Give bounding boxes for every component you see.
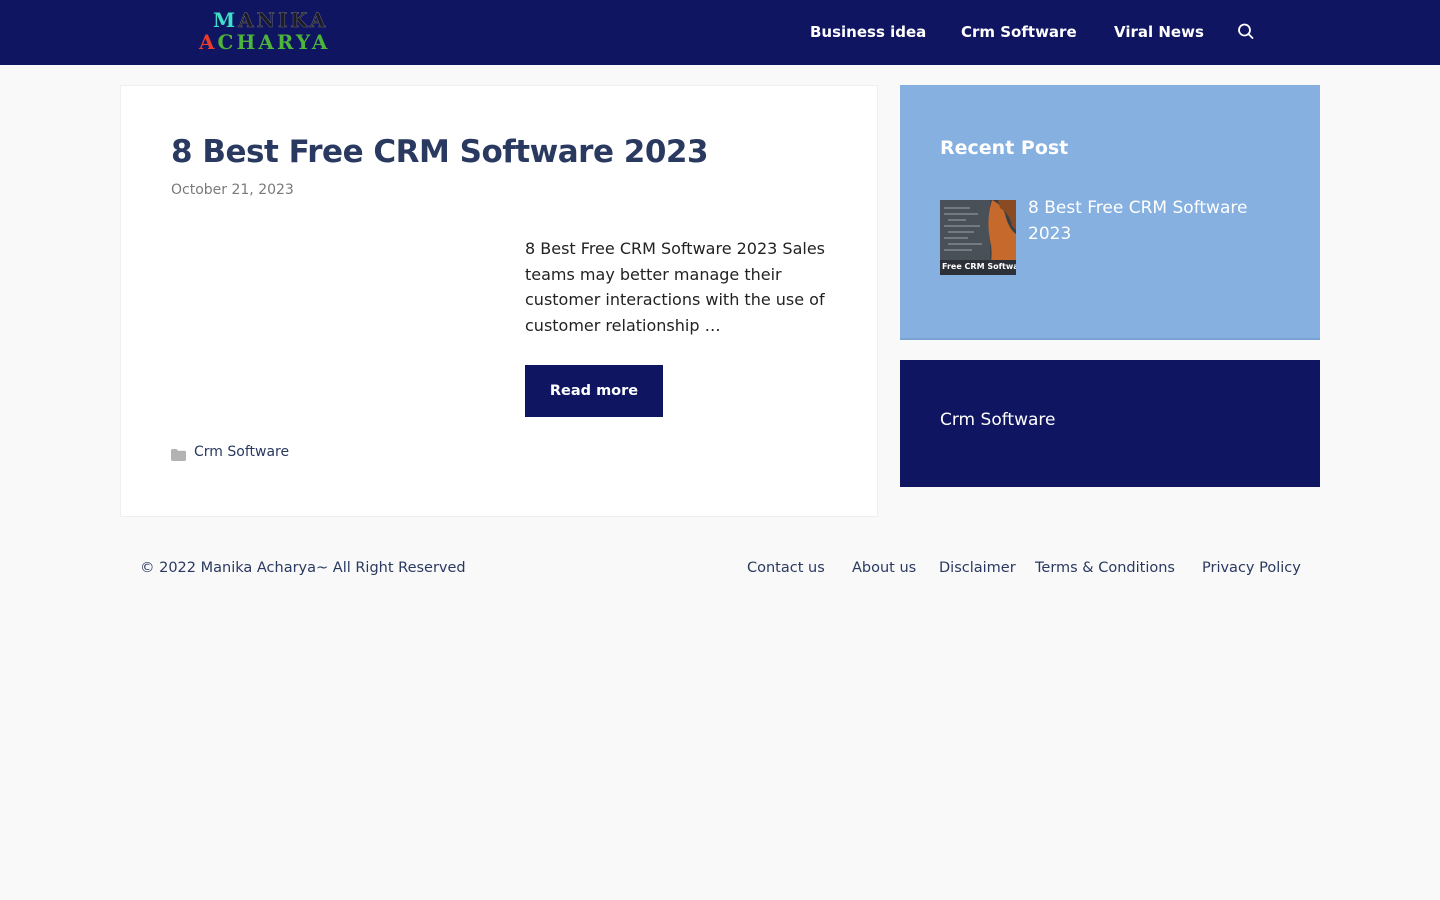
footer-link-about-us[interactable]: About us: [852, 560, 916, 576]
category-link[interactable]: Crm Software: [194, 444, 289, 460]
recent-post-thumbnail[interactable]: Free CRM Software: [940, 200, 1016, 275]
footer-copyright: © 2022 Manika Acharya~ All Right Reserve…: [140, 560, 466, 576]
nav-item-crm-software[interactable]: Crm Software: [961, 21, 1077, 43]
site-logo[interactable]: MANIKA ACHARYA: [199, 9, 371, 55]
post-categories: Crm Software: [171, 444, 289, 461]
logo-line-1: MANIKA: [213, 8, 329, 32]
nav-item-viral-news[interactable]: Viral News: [1114, 21, 1204, 43]
category-widget-link[interactable]: Crm Software: [940, 410, 1055, 430]
read-more-button[interactable]: Read more: [525, 365, 663, 417]
footer-link-disclaimer[interactable]: Disclaimer: [939, 560, 1016, 576]
post-excerpt: 8 Best Free CRM Software 2023 Sales team…: [525, 239, 826, 335]
post-date[interactable]: October 21, 2023: [171, 182, 294, 198]
site-header: MANIKA ACHARYA Business idea Crm Softwar…: [0, 0, 1440, 65]
post-card: 8 Best Free CRM Software 2023 October 21…: [120, 85, 878, 517]
widget-title: Recent Post: [940, 137, 1069, 159]
footer-link-contact-us[interactable]: Contact us: [747, 560, 825, 576]
thumbnail-caption: Free CRM Software: [942, 262, 1016, 271]
recent-posts-widget: Recent Post Free CRM Software 8 Best Fre…: [900, 85, 1320, 340]
recent-post-link[interactable]: 8 Best Free CRM Software 2023: [1028, 195, 1278, 247]
footer-link-privacy-policy[interactable]: Privacy Policy: [1202, 560, 1301, 576]
footer-link-terms[interactable]: Terms & Conditions: [1035, 560, 1175, 576]
nav-item-business-idea[interactable]: Business idea: [810, 21, 926, 43]
category-widget: Crm Software: [900, 360, 1320, 487]
folder-icon: [171, 446, 186, 461]
search-icon[interactable]: [1236, 22, 1256, 42]
post-title[interactable]: 8 Best Free CRM Software 2023: [171, 134, 709, 170]
logo-line-2: ACHARYA: [199, 30, 331, 54]
